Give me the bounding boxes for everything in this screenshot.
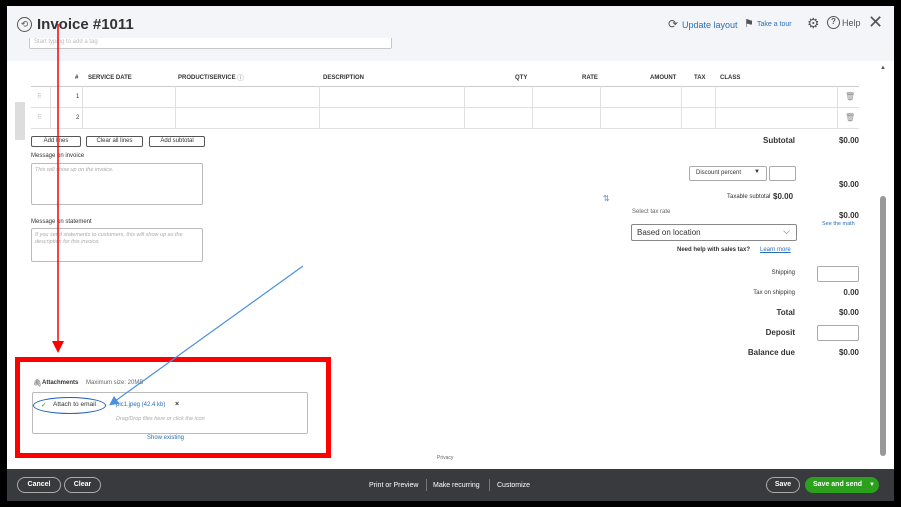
- col-header-qty: QTY: [515, 75, 528, 81]
- trash-icon[interactable]: 🗑: [845, 92, 855, 101]
- discount-input[interactable]: [769, 166, 796, 181]
- chevron-down-icon: ⌵: [783, 226, 790, 236]
- deposit-label: Deposit: [765, 328, 795, 337]
- side-handle[interactable]: [15, 102, 25, 140]
- taxable-subtotal-value: $0.00: [773, 192, 794, 201]
- balance-due-value: $0.00: [838, 348, 859, 357]
- balance-due-label: Balance due: [747, 348, 795, 357]
- update-layout-link[interactable]: Update layout: [682, 20, 738, 30]
- scroll-up-icon[interactable]: ▲: [880, 65, 886, 71]
- invoice-window: ⟲ Invoice #1011 Start typing to add a ta…: [7, 6, 894, 501]
- info-icon[interactable]: ⓘ: [237, 73, 244, 83]
- see-the-math-link[interactable]: See the math: [822, 221, 855, 227]
- tags-input[interactable]: Start typing to add a tag: [29, 38, 392, 49]
- tax-rate-select[interactable]: Based on location ⌵: [631, 224, 797, 241]
- taxable-subtotal-label: Taxable subtotal: [727, 194, 771, 200]
- signpost-icon[interactable]: ⚑: [744, 17, 754, 30]
- sales-tax-help-text: Need help with sales tax?: [677, 247, 751, 253]
- help-icon[interactable]: ?: [827, 16, 840, 29]
- save-and-send-button[interactable]: Save and send ▼: [805, 477, 879, 493]
- drag-handle-icon[interactable]: ⠿: [37, 93, 41, 100]
- close-icon[interactable]: ✕: [868, 12, 883, 33]
- message-invoice-label: Message on invoice: [31, 153, 85, 159]
- privacy-link[interactable]: Privacy: [437, 455, 453, 461]
- caret-down-icon: ▼: [754, 169, 760, 175]
- caret-down-icon[interactable]: ▼: [869, 477, 875, 493]
- customize-link[interactable]: Customize: [497, 482, 530, 489]
- make-recurring-link[interactable]: Make recurring: [433, 482, 480, 489]
- shipping-input[interactable]: [817, 266, 859, 282]
- col-header-rate: RATE: [582, 75, 598, 81]
- tax-on-shipping-value: 0.00: [843, 288, 859, 297]
- history-icon[interactable]: ⟲: [17, 17, 32, 32]
- blue-highlight-ellipse: [33, 397, 106, 414]
- subtotal-value: $0.00: [838, 136, 859, 145]
- select-tax-rate-label: Select tax rate: [632, 209, 671, 215]
- add-lines-button[interactable]: Add lines: [31, 136, 81, 147]
- refresh-icon[interactable]: ⟳: [668, 17, 678, 31]
- tax-total: $0.00: [838, 211, 859, 220]
- total-label: Total: [776, 308, 795, 317]
- add-subtotal-button[interactable]: Add subtotal: [149, 136, 205, 147]
- row-number: 2: [76, 115, 80, 121]
- discount-type-select[interactable]: Discount percent ▼: [689, 166, 767, 181]
- swap-icon[interactable]: ⇅: [603, 194, 610, 203]
- print-preview-link[interactable]: Print or Preview: [369, 482, 418, 489]
- gear-icon[interactable]: ⚙: [807, 15, 820, 32]
- col-header-description: DESCRIPTION: [323, 75, 365, 81]
- tax-on-shipping-label: Tax on shipping: [753, 290, 795, 296]
- trash-icon[interactable]: 🗑: [845, 113, 855, 122]
- scrollbar-thumb[interactable]: [880, 196, 886, 456]
- discount-total: $0.00: [838, 180, 859, 189]
- action-footer: Cancel Clear Print or Preview Make recur…: [7, 469, 894, 501]
- clear-button[interactable]: Clear: [64, 477, 101, 493]
- col-header-amount: AMOUNT: [650, 75, 677, 81]
- col-header-tax: TAX: [694, 75, 706, 81]
- col-header-number: #: [75, 75, 79, 81]
- message-invoice-input[interactable]: This will show up on the invoice.: [31, 163, 203, 205]
- page-title: Invoice #1011: [37, 16, 134, 33]
- shipping-label: Shipping: [771, 270, 795, 276]
- col-header-service-date: SERVICE DATE: [88, 75, 132, 81]
- drag-handle-icon[interactable]: ⠿: [37, 114, 41, 121]
- col-header-class: CLASS: [720, 75, 741, 81]
- learn-more-link[interactable]: Learn more: [760, 247, 791, 253]
- row-number: 1: [76, 94, 80, 100]
- col-header-product-service: PRODUCT/SERVICE: [178, 75, 236, 81]
- save-button[interactable]: Save: [766, 477, 800, 493]
- message-statement-label: Message on statement: [31, 219, 92, 225]
- message-statement-input[interactable]: If you send statements to customers, thi…: [31, 228, 203, 262]
- cancel-button[interactable]: Cancel: [17, 477, 61, 493]
- take-tour-link[interactable]: Take a tour: [757, 21, 792, 28]
- clear-all-lines-button[interactable]: Clear all lines: [86, 136, 143, 147]
- invoice-header: ⟲ Invoice #1011 Start typing to add a ta…: [7, 6, 894, 61]
- subtotal-label: Subtotal: [763, 136, 795, 145]
- help-link[interactable]: Help: [842, 18, 861, 28]
- total-value: $0.00: [838, 308, 859, 317]
- deposit-input[interactable]: [817, 325, 859, 341]
